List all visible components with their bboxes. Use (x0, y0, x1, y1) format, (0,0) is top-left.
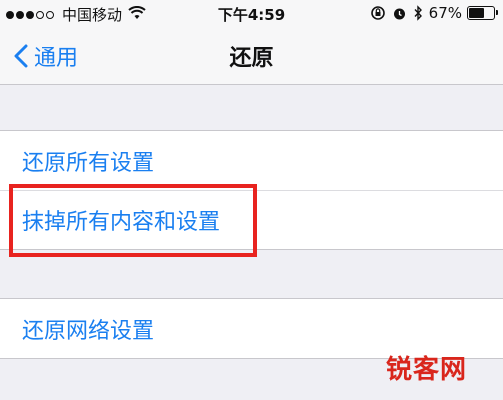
orientation-lock-icon (370, 5, 386, 21)
status-right: 67% (364, 4, 498, 22)
page-title: 还原 (229, 46, 274, 71)
reset-all-settings-cell[interactable]: 还原所有设置 (0, 131, 503, 190)
battery-fill (469, 8, 484, 18)
navigation-bar: 通用 还原 (0, 26, 503, 85)
battery-percent: 67% (428, 4, 462, 22)
highlight-annotation-box (9, 184, 257, 257)
status-bar: 中国移动 下午4:59 67% (0, 0, 503, 26)
alarm-icon (392, 6, 407, 21)
cell-label: 还原所有设置 (22, 150, 155, 176)
battery-icon (467, 6, 498, 20)
cell-label: 还原网络设置 (22, 318, 155, 344)
watermark: 锐客网 (385, 355, 467, 385)
bluetooth-icon (413, 5, 423, 21)
